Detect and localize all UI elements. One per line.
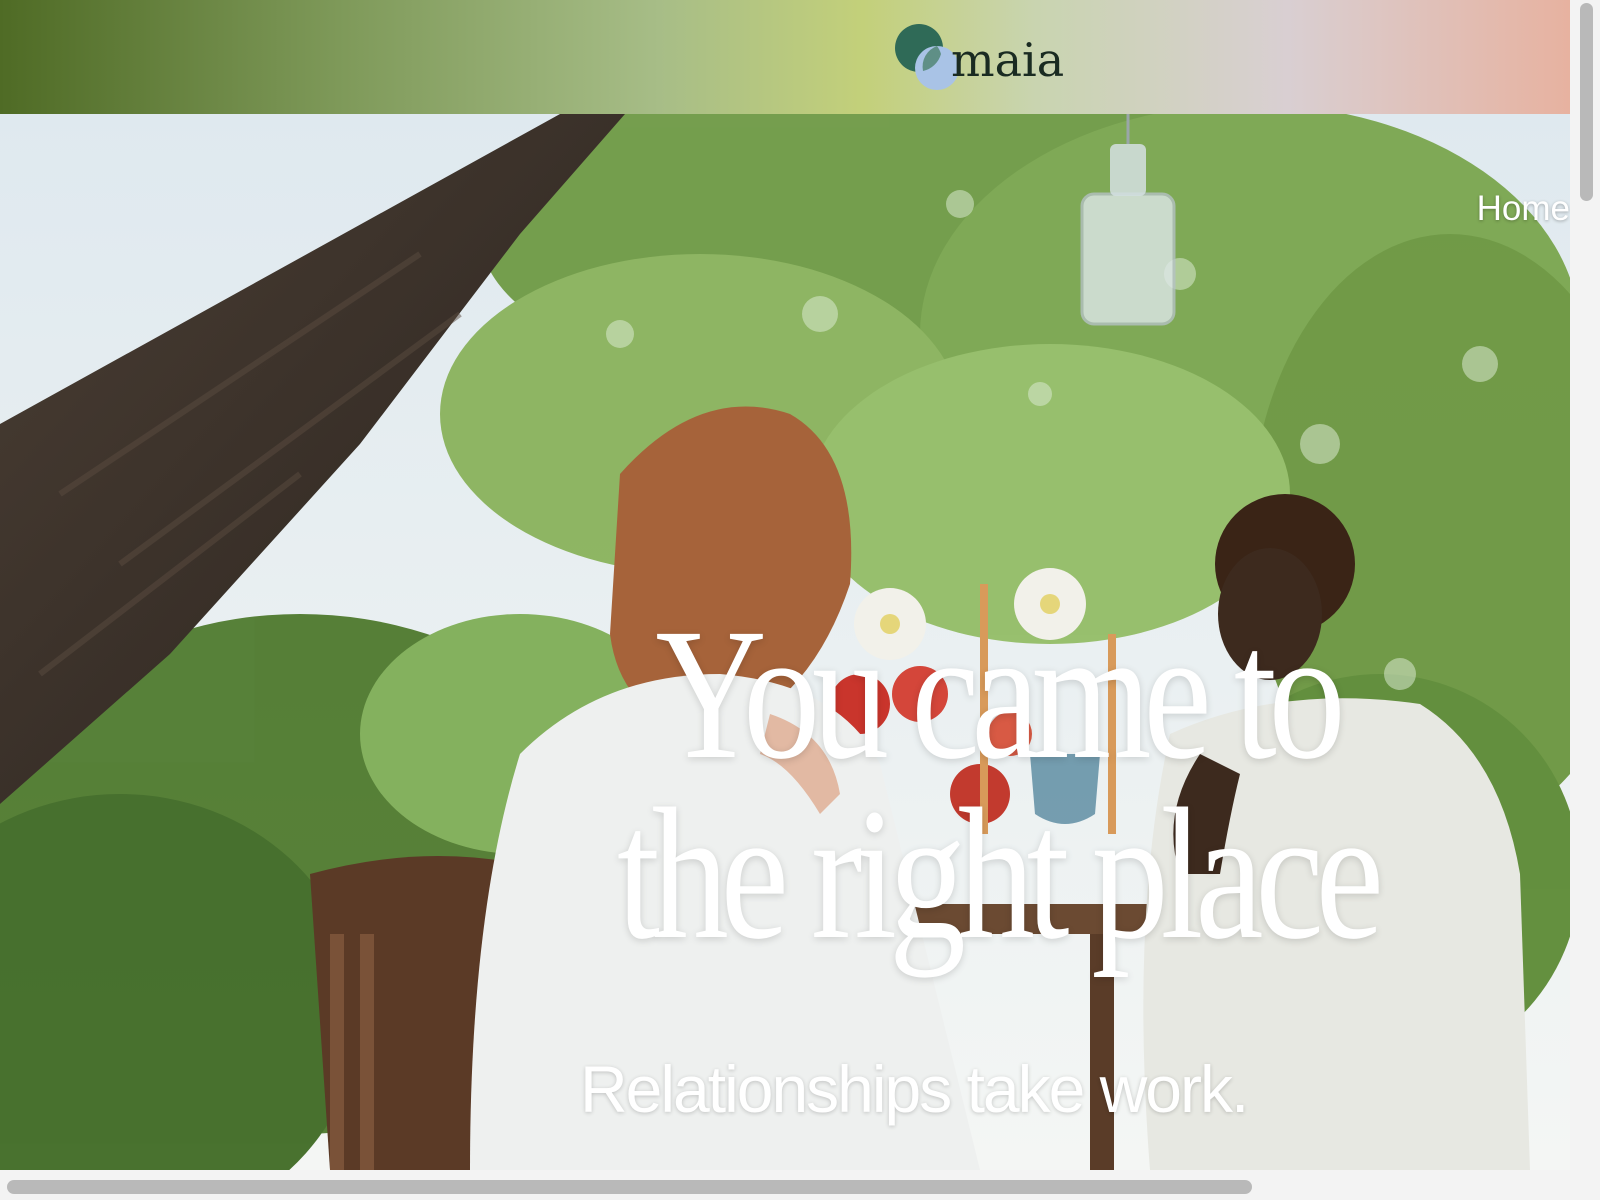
hero-section: Home You came to the right place Relatio… xyxy=(0,114,1570,1170)
headline-line-1: You came to xyxy=(655,589,1345,798)
maia-logo[interactable]: maia xyxy=(893,22,1093,92)
headline-line-2: the right place xyxy=(617,769,1384,978)
hero-subheadline: Relationships take work. xyxy=(580,1052,1249,1126)
nav-home-link[interactable]: Home xyxy=(1477,189,1570,229)
vertical-scrollbar-thumb[interactable] xyxy=(1580,3,1593,201)
hero-headline: You came to the right place xyxy=(586,589,1406,978)
site-header: maia xyxy=(0,0,1570,114)
brand-wordmark: maia xyxy=(951,33,1065,87)
horizontal-scrollbar-thumb[interactable] xyxy=(7,1180,1252,1194)
